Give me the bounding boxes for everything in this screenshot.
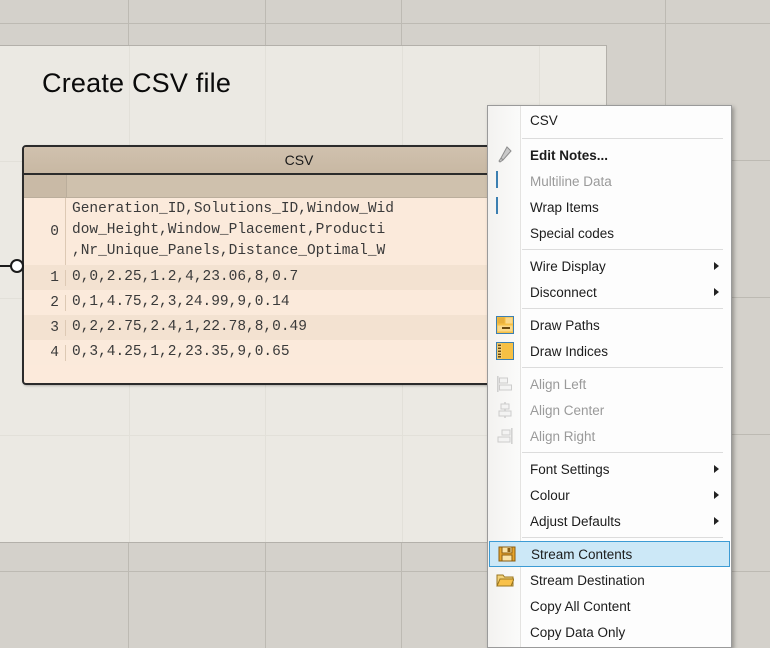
chevron-right-icon (714, 465, 719, 473)
open-folder-icon (496, 571, 515, 589)
menu-item-label: Wrap Items (530, 199, 599, 215)
row-index: 4 (24, 344, 66, 361)
menu-separator (522, 367, 723, 368)
grid-line-horizontal (0, 23, 770, 24)
menu-item-label: Align Right (530, 428, 596, 444)
menu-item-label: Align Center (530, 402, 605, 418)
menu-item-label: Stream Destination (530, 572, 645, 588)
chevron-right-icon (714, 491, 719, 499)
input-connector[interactable] (0, 257, 26, 275)
draw-paths-icon (496, 316, 514, 334)
menu-item-label: Font Settings (530, 461, 610, 477)
menu-item-align-left[interactable]: Align Left (488, 371, 731, 397)
chevron-right-icon (714, 517, 719, 525)
connector-nub[interactable] (10, 259, 24, 273)
menu-separator (522, 452, 723, 453)
menu-item-copy-data-only[interactable]: Copy Data Only (488, 619, 731, 645)
menu-item-align-right[interactable]: Align Right (488, 423, 731, 449)
menu-item-label: Draw Indices (530, 343, 609, 359)
menu-item-label: Colour (530, 487, 570, 503)
menu-item-wrap-items[interactable]: Wrap Items (488, 194, 731, 220)
menu-item-wire-display[interactable]: Wire Display (488, 253, 731, 279)
menu-separator (522, 537, 723, 538)
align-left-icon (496, 375, 514, 393)
menu-item-label: Edit Notes... (530, 147, 609, 163)
chevron-right-icon (714, 262, 719, 270)
menu-item-adjust-defaults[interactable]: Adjust Defaults (488, 508, 731, 534)
menu-separator (522, 138, 723, 139)
csv-component-title: CSV (284, 152, 314, 168)
menu-item-label: Align Left (530, 376, 587, 392)
row-index: 1 (24, 269, 66, 286)
menu-item-colour[interactable]: Colour (488, 482, 731, 508)
menu-item-label: Multiline Data (530, 173, 612, 189)
context-menu-title: CSV (488, 106, 731, 135)
menu-item-align-center[interactable]: Align Center (488, 397, 731, 423)
menu-item-stream-destination[interactable]: Stream Destination (488, 567, 731, 593)
chevron-right-icon (714, 288, 719, 296)
menu-item-draw-paths[interactable]: Draw Paths (488, 312, 731, 338)
multiline-data-icon (496, 171, 514, 190)
menu-item-label: Draw Paths (530, 317, 600, 333)
csv-path-number-cell (24, 175, 67, 197)
menu-item-label: Copy All Content (530, 598, 631, 614)
wrap-items-icon (496, 197, 514, 216)
floppy-disk-icon (498, 545, 516, 563)
menu-separator (522, 308, 723, 309)
menu-item-label: Special codes (530, 225, 615, 241)
row-index: 0 (24, 198, 66, 265)
context-menu-title-label: CSV (530, 113, 558, 128)
row-index: 2 (24, 294, 66, 311)
menu-item-edit-notes[interactable]: Edit Notes... (488, 142, 731, 168)
menu-item-font-settings[interactable]: Font Settings (488, 456, 731, 482)
context-menu-items: CSV Edit Notes... Multiline Data Wrap It… (488, 106, 731, 647)
menu-item-multiline-data[interactable]: Multiline Data (488, 168, 731, 194)
menu-item-draw-indices[interactable]: Draw Indices (488, 338, 731, 364)
menu-item-label: Adjust Defaults (530, 513, 621, 529)
menu-item-label: Copy Data Only (530, 624, 626, 640)
group-title: Create CSV file (42, 68, 232, 98)
menu-item-stream-contents[interactable]: Stream Contents (489, 541, 730, 567)
menu-item-label: Disconnect (530, 284, 597, 300)
align-center-icon (496, 401, 514, 419)
align-right-icon (496, 427, 514, 445)
menu-item-disconnect[interactable]: Disconnect (488, 279, 731, 305)
pencil-icon (496, 146, 514, 164)
row-index: 3 (24, 319, 66, 336)
context-menu[interactable]: CSV Edit Notes... Multiline Data Wrap It… (487, 105, 732, 648)
menu-item-copy-all-content[interactable]: Copy All Content (488, 593, 731, 619)
menu-item-label: Stream Contents (531, 546, 633, 562)
canvas: Create CSV file CSV {0, 0 Generation_ID,… (0, 0, 770, 648)
menu-item-label: Wire Display (530, 258, 606, 274)
menu-separator (522, 249, 723, 250)
menu-item-special-codes[interactable]: Special codes (488, 220, 731, 246)
draw-indices-icon (496, 342, 514, 360)
